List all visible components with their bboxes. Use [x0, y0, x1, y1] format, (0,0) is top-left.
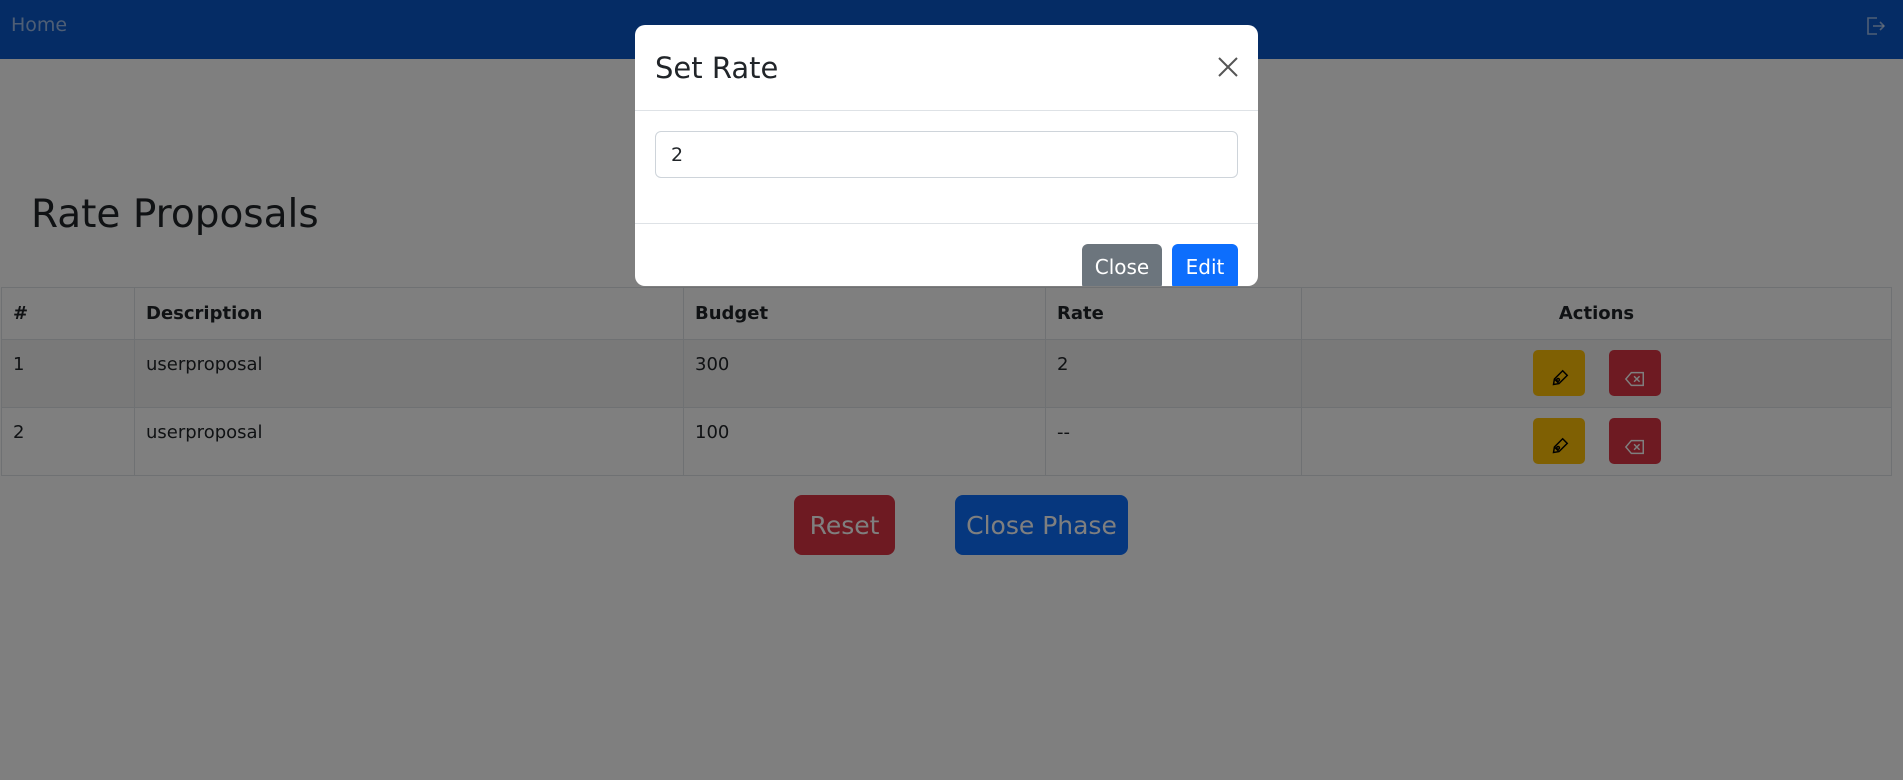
modal-title: Set Rate: [655, 51, 779, 85]
modal-footer: Close Edit: [635, 224, 1258, 286]
modal-body: [635, 111, 1258, 224]
close-icon[interactable]: [1216, 55, 1240, 79]
modal-edit-button[interactable]: Edit: [1172, 244, 1238, 286]
set-rate-modal: Set Rate Close Edit: [635, 25, 1258, 286]
modal-header: Set Rate: [635, 25, 1258, 111]
modal-close-button[interactable]: Close: [1082, 244, 1162, 286]
rate-input[interactable]: [655, 131, 1238, 178]
